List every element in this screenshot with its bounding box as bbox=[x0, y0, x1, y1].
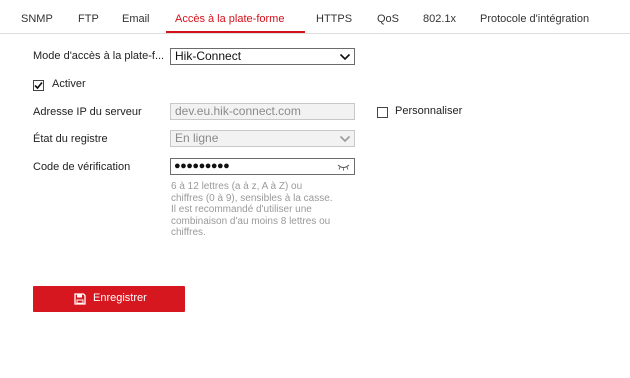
active-tab-indicator bbox=[166, 31, 305, 33]
settings-tab-bar: SNMP FTP Email Accès à la plate-forme HT… bbox=[0, 0, 630, 34]
hint-line: 6 à 12 lettres (a à z, A à Z) ou bbox=[171, 181, 303, 192]
server-ip-field[interactable]: dev.eu.hik-connect.com bbox=[170, 103, 355, 120]
tab-snmp[interactable]: SNMP bbox=[21, 0, 53, 33]
check-icon bbox=[34, 81, 43, 90]
server-ip-label: Adresse IP du serveur bbox=[33, 106, 142, 118]
enable-checkbox[interactable] bbox=[33, 80, 44, 91]
tab-integration-protocol[interactable]: Protocole d'intégration bbox=[480, 0, 589, 33]
save-button[interactable]: Enregistrer bbox=[33, 286, 185, 312]
tab-email[interactable]: Email bbox=[122, 0, 150, 33]
chevron-down-icon bbox=[339, 53, 351, 61]
access-mode-select[interactable]: Hik-Connect bbox=[170, 48, 355, 65]
enable-label: Activer bbox=[52, 78, 86, 90]
register-status-label: État du registre bbox=[33, 133, 108, 145]
hint-line: chiffres (0 à 9), sensibles à la casse. bbox=[171, 192, 333, 204]
tab-8021x[interactable]: 802.1x bbox=[423, 0, 456, 33]
verification-code-hint: 6 à 12 lettres (a à z, A à Z) ou chiffre… bbox=[171, 181, 361, 239]
hint-line: combinaison d'au moins 8 lettres ou bbox=[171, 215, 331, 227]
chevron-down-icon bbox=[339, 135, 351, 143]
custom-server-checkbox[interactable] bbox=[377, 107, 388, 118]
eye-closed-icon[interactable] bbox=[337, 163, 350, 171]
verification-code-label: Code de vérification bbox=[33, 161, 131, 173]
verification-code-field[interactable]: ●●●●●●●●● bbox=[170, 158, 355, 175]
hint-line: Il est recommandé d'utiliser une bbox=[171, 204, 312, 215]
register-status-value: En ligne bbox=[175, 131, 219, 145]
tab-https[interactable]: HTTPS bbox=[316, 0, 352, 33]
verification-code-mask: ●●●●●●●●● bbox=[174, 160, 230, 172]
access-mode-label: Mode d'accès à la plate-f... bbox=[33, 50, 165, 62]
floppy-disk-icon bbox=[74, 293, 86, 305]
platform-access-page: SNMP FTP Email Accès à la plate-forme HT… bbox=[0, 0, 630, 378]
register-status-select: En ligne bbox=[170, 130, 355, 147]
tab-platform-access[interactable]: Accès à la plate-forme bbox=[175, 0, 284, 33]
tab-qos[interactable]: QoS bbox=[377, 0, 399, 33]
access-mode-value: Hik-Connect bbox=[175, 49, 242, 63]
custom-server-label: Personnaliser bbox=[395, 105, 463, 117]
hint-line: chiffres. bbox=[171, 227, 206, 238]
save-button-label: Enregistrer bbox=[93, 292, 147, 304]
tab-ftp[interactable]: FTP bbox=[78, 0, 99, 33]
